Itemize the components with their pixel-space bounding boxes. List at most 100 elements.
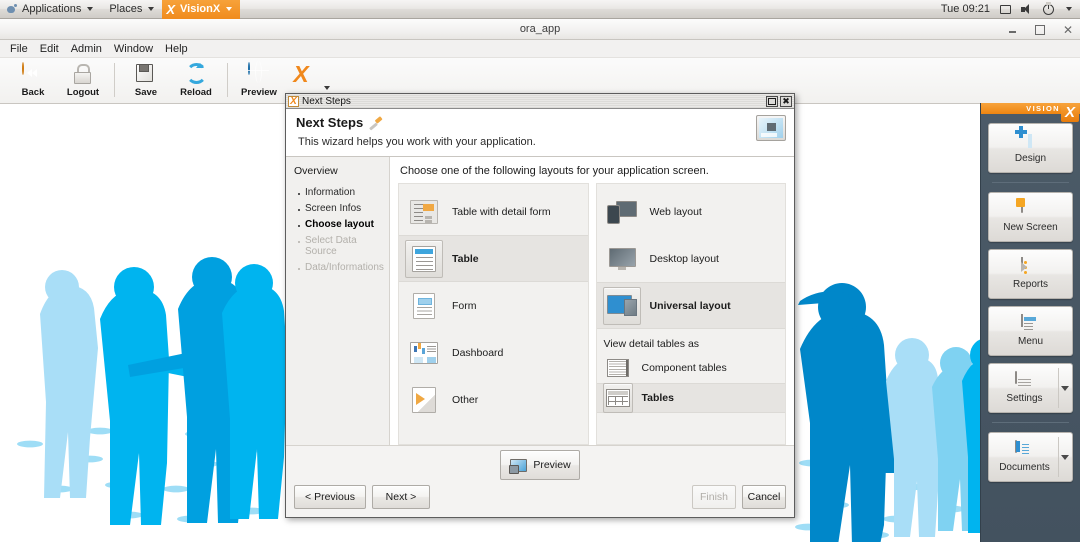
visionx-close-icon[interactable]: X: [1061, 103, 1079, 122]
applications-menu[interactable]: Applications: [0, 0, 101, 19]
universal-layout-icon: [603, 287, 641, 325]
dialog-header: Next Steps This wizard helps you work wi…: [286, 109, 794, 157]
toolbar-preview-button[interactable]: Preview: [234, 61, 284, 103]
menu-admin[interactable]: Admin: [65, 40, 108, 58]
layout-column-left: Table with detail form Table Form D: [398, 183, 589, 445]
next-button[interactable]: Next >: [372, 485, 430, 509]
menu-window[interactable]: Window: [108, 40, 159, 58]
settings-icon: [1015, 372, 1035, 390]
visionx-logo-icon: X: [288, 63, 314, 87]
app-window-buttons: ✕: [1006, 19, 1074, 40]
dialog-heading: Next Steps: [296, 115, 363, 130]
table-icon: [405, 240, 443, 278]
option-form[interactable]: Form: [399, 282, 588, 329]
option-label: Universal layout: [650, 300, 731, 312]
visionx-design-button[interactable]: Design: [988, 123, 1073, 173]
option-universal-layout[interactable]: Universal layout: [597, 282, 786, 329]
option-desktop-layout[interactable]: Desktop layout: [597, 235, 786, 282]
option-label: Desktop layout: [650, 253, 719, 265]
footer-button-row: < Previous Next > Finish Cancel: [294, 485, 786, 509]
option-label: Web layout: [650, 206, 702, 218]
visionx-side-panel: VISION X Design New Screen Reports: [980, 103, 1080, 542]
preview-button[interactable]: Preview: [500, 450, 580, 480]
chevron-down-icon[interactable]: [1061, 455, 1069, 460]
wizard-step-nav: Overview Information Screen Infos Choose…: [286, 157, 390, 445]
visionx-new-screen-label: New Screen: [1003, 222, 1057, 233]
dialog-window-buttons: ✖: [766, 96, 792, 107]
option-dashboard[interactable]: Dashboard: [399, 329, 588, 376]
visionx-button-list: Design New Screen Reports Menu Settings: [981, 114, 1080, 482]
visionx-new-screen-button[interactable]: New Screen: [988, 192, 1073, 242]
option-label: Dashboard: [452, 347, 503, 359]
menu-help[interactable]: Help: [159, 40, 194, 58]
option-component-tables[interactable]: Component tables: [597, 353, 786, 383]
documents-icon: [1015, 441, 1035, 459]
visionx-documents-split: [1058, 437, 1059, 477]
next-steps-dialog: X Next Steps ✖ Next Steps This wizard he…: [285, 93, 795, 518]
option-label: Other: [452, 394, 478, 406]
close-icon[interactable]: ✖: [780, 96, 792, 107]
visionx-reports-button[interactable]: Reports: [988, 249, 1073, 299]
menu-icon: [1021, 315, 1041, 333]
toolbar-reload-button[interactable]: Reload: [171, 61, 221, 103]
tables-icon: [603, 383, 633, 413]
visionx-window-tab[interactable]: X VisionX: [162, 0, 240, 19]
visionx-menu-button[interactable]: Menu: [988, 306, 1073, 356]
previous-button[interactable]: < Previous: [294, 485, 366, 509]
maximize-icon[interactable]: [1034, 24, 1046, 36]
power-icon[interactable]: [1043, 4, 1054, 15]
bullet-icon: [298, 209, 300, 211]
option-web-layout[interactable]: Web layout: [597, 188, 786, 235]
cancel-button-label: Cancel: [748, 491, 781, 503]
option-label: Tables: [642, 392, 674, 404]
toolbar-logout-label: Logout: [67, 87, 99, 98]
form-icon: [405, 287, 443, 325]
chevron-down-icon[interactable]: [1061, 386, 1069, 391]
option-tables[interactable]: Tables: [597, 383, 786, 413]
volume-icon[interactable]: [1021, 4, 1033, 15]
close-icon[interactable]: ✕: [1062, 24, 1074, 36]
finish-button-label: Finish: [700, 491, 728, 503]
visionx-panel-header: VISION X: [981, 103, 1080, 114]
dialog-body: Overview Information Screen Infos Choose…: [286, 157, 794, 445]
padlock-icon: [72, 63, 94, 85]
nav-item-label: Data/Informations: [305, 262, 384, 273]
toolbar-logout-button[interactable]: Logout: [58, 61, 108, 103]
visionx-settings-button[interactable]: Settings: [988, 363, 1073, 413]
nav-item-label: Information: [305, 187, 355, 198]
maximize-icon[interactable]: [766, 96, 778, 107]
option-table-with-detail-form[interactable]: Table with detail form: [399, 188, 588, 235]
toolbar-chevron-down-icon[interactable]: [324, 86, 330, 90]
nav-item-choose-layout[interactable]: Choose layout: [294, 216, 389, 232]
wizard-illustration: [756, 115, 786, 141]
dialog-footer: Preview < Previous Next > Finish Cancel: [286, 445, 794, 517]
minimize-icon[interactable]: [1006, 24, 1018, 36]
menu-bar: File Edit Admin Window Help: [0, 40, 1080, 58]
option-table[interactable]: Table: [399, 235, 588, 282]
menu-file[interactable]: File: [4, 40, 34, 58]
nav-title: Overview: [294, 165, 389, 177]
menu-edit[interactable]: Edit: [34, 40, 65, 58]
system-tray: Tue 09:21: [941, 3, 1080, 15]
cancel-button[interactable]: Cancel: [742, 485, 786, 509]
visionx-tab-label: VisionX: [180, 3, 220, 15]
bullet-icon: [298, 241, 300, 243]
bullet-icon: [298, 225, 300, 227]
chevron-down-icon[interactable]: [1066, 7, 1072, 11]
previous-button-label: < Previous: [305, 491, 355, 503]
places-menu[interactable]: Places: [101, 0, 162, 19]
app-window-title: ora_app: [520, 23, 560, 35]
toolbar-save-label: Save: [135, 87, 157, 98]
toolbar-save-button[interactable]: Save: [121, 61, 171, 103]
clock[interactable]: Tue 09:21: [941, 3, 990, 15]
visionx-divider: [992, 182, 1069, 183]
visionx-documents-button[interactable]: Documents: [988, 432, 1073, 482]
option-other[interactable]: Other: [399, 376, 588, 423]
toolbar-back-button[interactable]: Back: [8, 61, 58, 103]
nav-item-screen-infos[interactable]: Screen Infos: [294, 200, 389, 216]
toolbar-back-label: Back: [22, 87, 45, 98]
preview-button-label: Preview: [533, 459, 570, 471]
monitor-icon[interactable]: [1000, 5, 1011, 14]
nav-item-label: Screen Infos: [305, 203, 361, 214]
nav-item-information[interactable]: Information: [294, 184, 389, 200]
